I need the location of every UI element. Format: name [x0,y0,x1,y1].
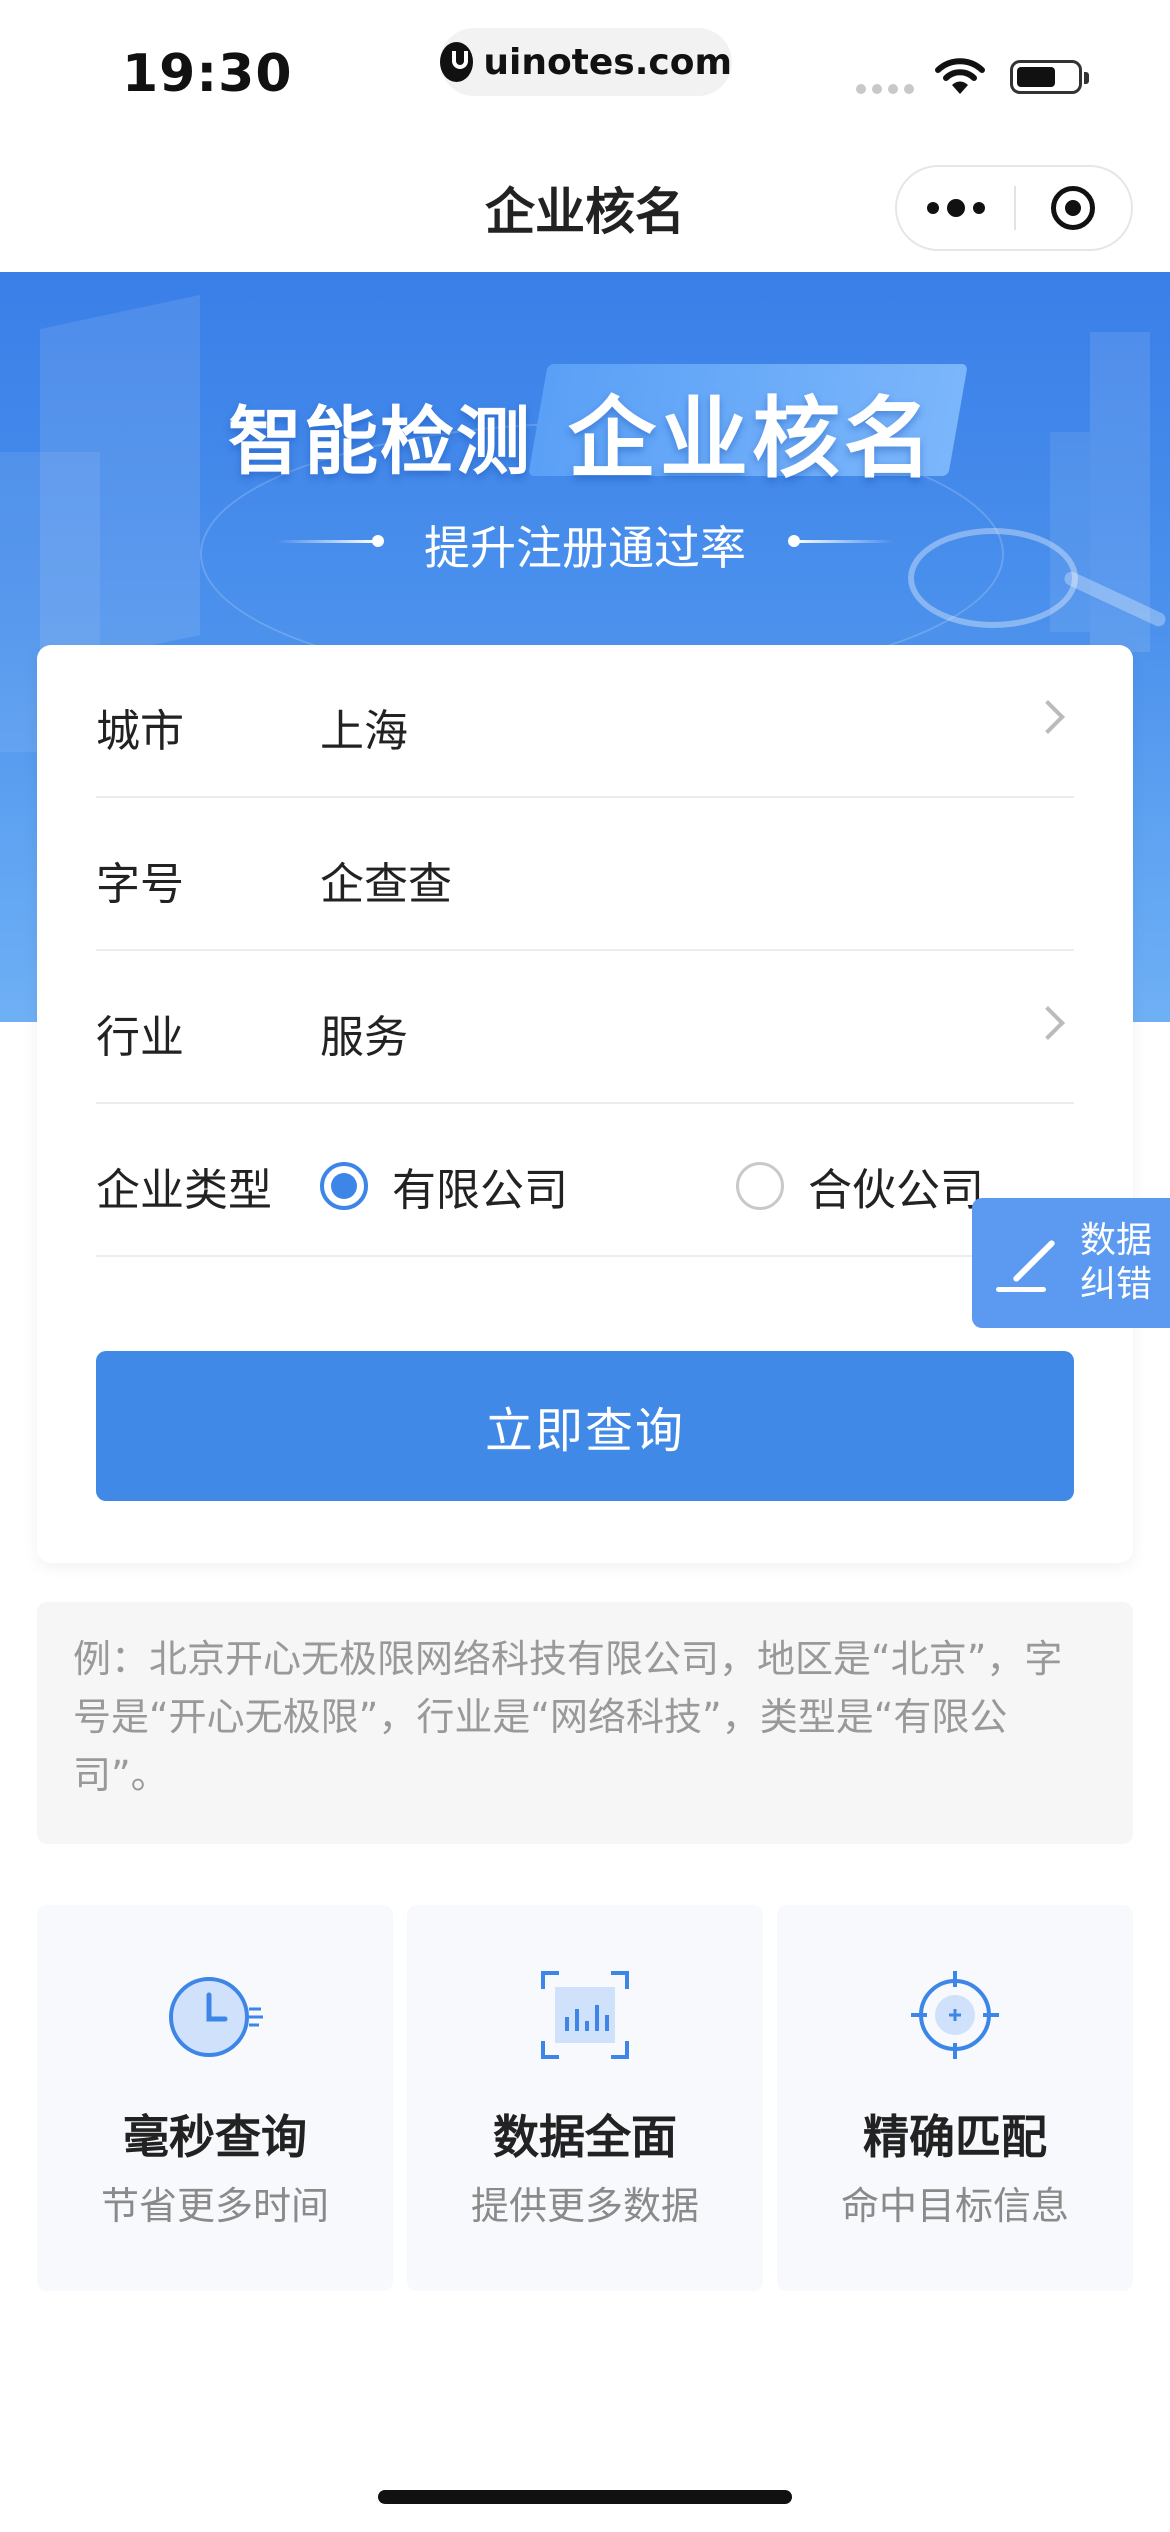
radio-label: 合伙公司 [808,1165,984,1216]
feature-full-data: 数据全面 提供更多数据 [407,1905,763,2291]
submit-query-button[interactable]: 立即查询 [96,1351,1074,1501]
feature-subtitle: 命中目标信息 [840,2184,1069,2228]
name-row[interactable]: 字号 企查查 [96,798,1074,951]
feature-subtitle: 节省更多时间 [100,2184,329,2228]
feature-title: 毫秒查询 [123,2110,307,2164]
more-icon[interactable] [897,199,1014,217]
chart-scan-icon [541,1971,629,2059]
industry-row[interactable]: 行业 服务 [96,951,1074,1104]
industry-value[interactable]: 服务 [320,1001,408,1065]
target-icon [911,1971,999,2059]
type-label: 企业类型 [96,1165,272,1216]
feature-title: 数据全面 [493,2110,677,2164]
city-value[interactable]: 上海 [320,695,408,759]
data-correction-label: 数据 纠错 [1080,1220,1153,1305]
home-indicator[interactable] [378,2490,792,2504]
example-tip: 例：北京开心无极限网络科技有限公司，地区是“北京”，字号是“开心无极限”，行业是… [37,1602,1133,1844]
wifi-icon [935,58,985,94]
radio-limited-company[interactable]: 有限公司 [320,1154,568,1218]
headline-left: 智能检测 [228,399,532,485]
feature-fast-query: 毫秒查询 节省更多时间 [37,1905,393,2291]
banner-subtitle: 提升注册通过率 [424,521,746,575]
battery-icon [1010,60,1089,94]
city-label: 城市 [96,706,184,757]
url-pill: uinotes.com [440,28,732,96]
headline-right: 企业核名 [568,387,937,490]
query-form-card: 城市 上海 字号 企查查 行业 服务 企业类型 有限公司 合伙公司 立即查询 [37,645,1133,1563]
radio-label: 有限公司 [392,1165,568,1216]
cellular-signal-icon [856,84,914,94]
data-correction-button[interactable]: 数据 纠错 [972,1198,1170,1328]
radio-partnership[interactable]: 合伙公司 [736,1154,984,1218]
feature-title: 精确匹配 [863,2110,1047,2164]
status-time: 19:30 [122,44,293,104]
feature-subtitle: 提供更多数据 [470,2184,699,2228]
radio-checked-icon [320,1162,368,1210]
target-close-icon [1051,186,1096,230]
name-label: 字号 [96,859,184,910]
industry-label: 行业 [96,1012,184,1063]
clock-icon [169,1977,263,2057]
feature-precise-match: 精确匹配 命中目标信息 [777,1905,1133,2291]
chevron-right-icon [1031,1006,1065,1040]
city-row[interactable]: 城市 上海 [96,645,1074,798]
pen-icon [996,1228,1066,1298]
close-miniprogram-button[interactable] [1016,186,1131,230]
miniprogram-capsule [895,165,1133,251]
url-text: uinotes.com [483,41,732,83]
name-input[interactable]: 企查查 [320,848,452,912]
site-logo-icon [440,42,474,82]
type-row: 企业类型 有限公司 合伙公司 [96,1104,1074,1257]
chevron-right-icon [1031,700,1065,734]
radio-unchecked-icon [736,1162,784,1210]
